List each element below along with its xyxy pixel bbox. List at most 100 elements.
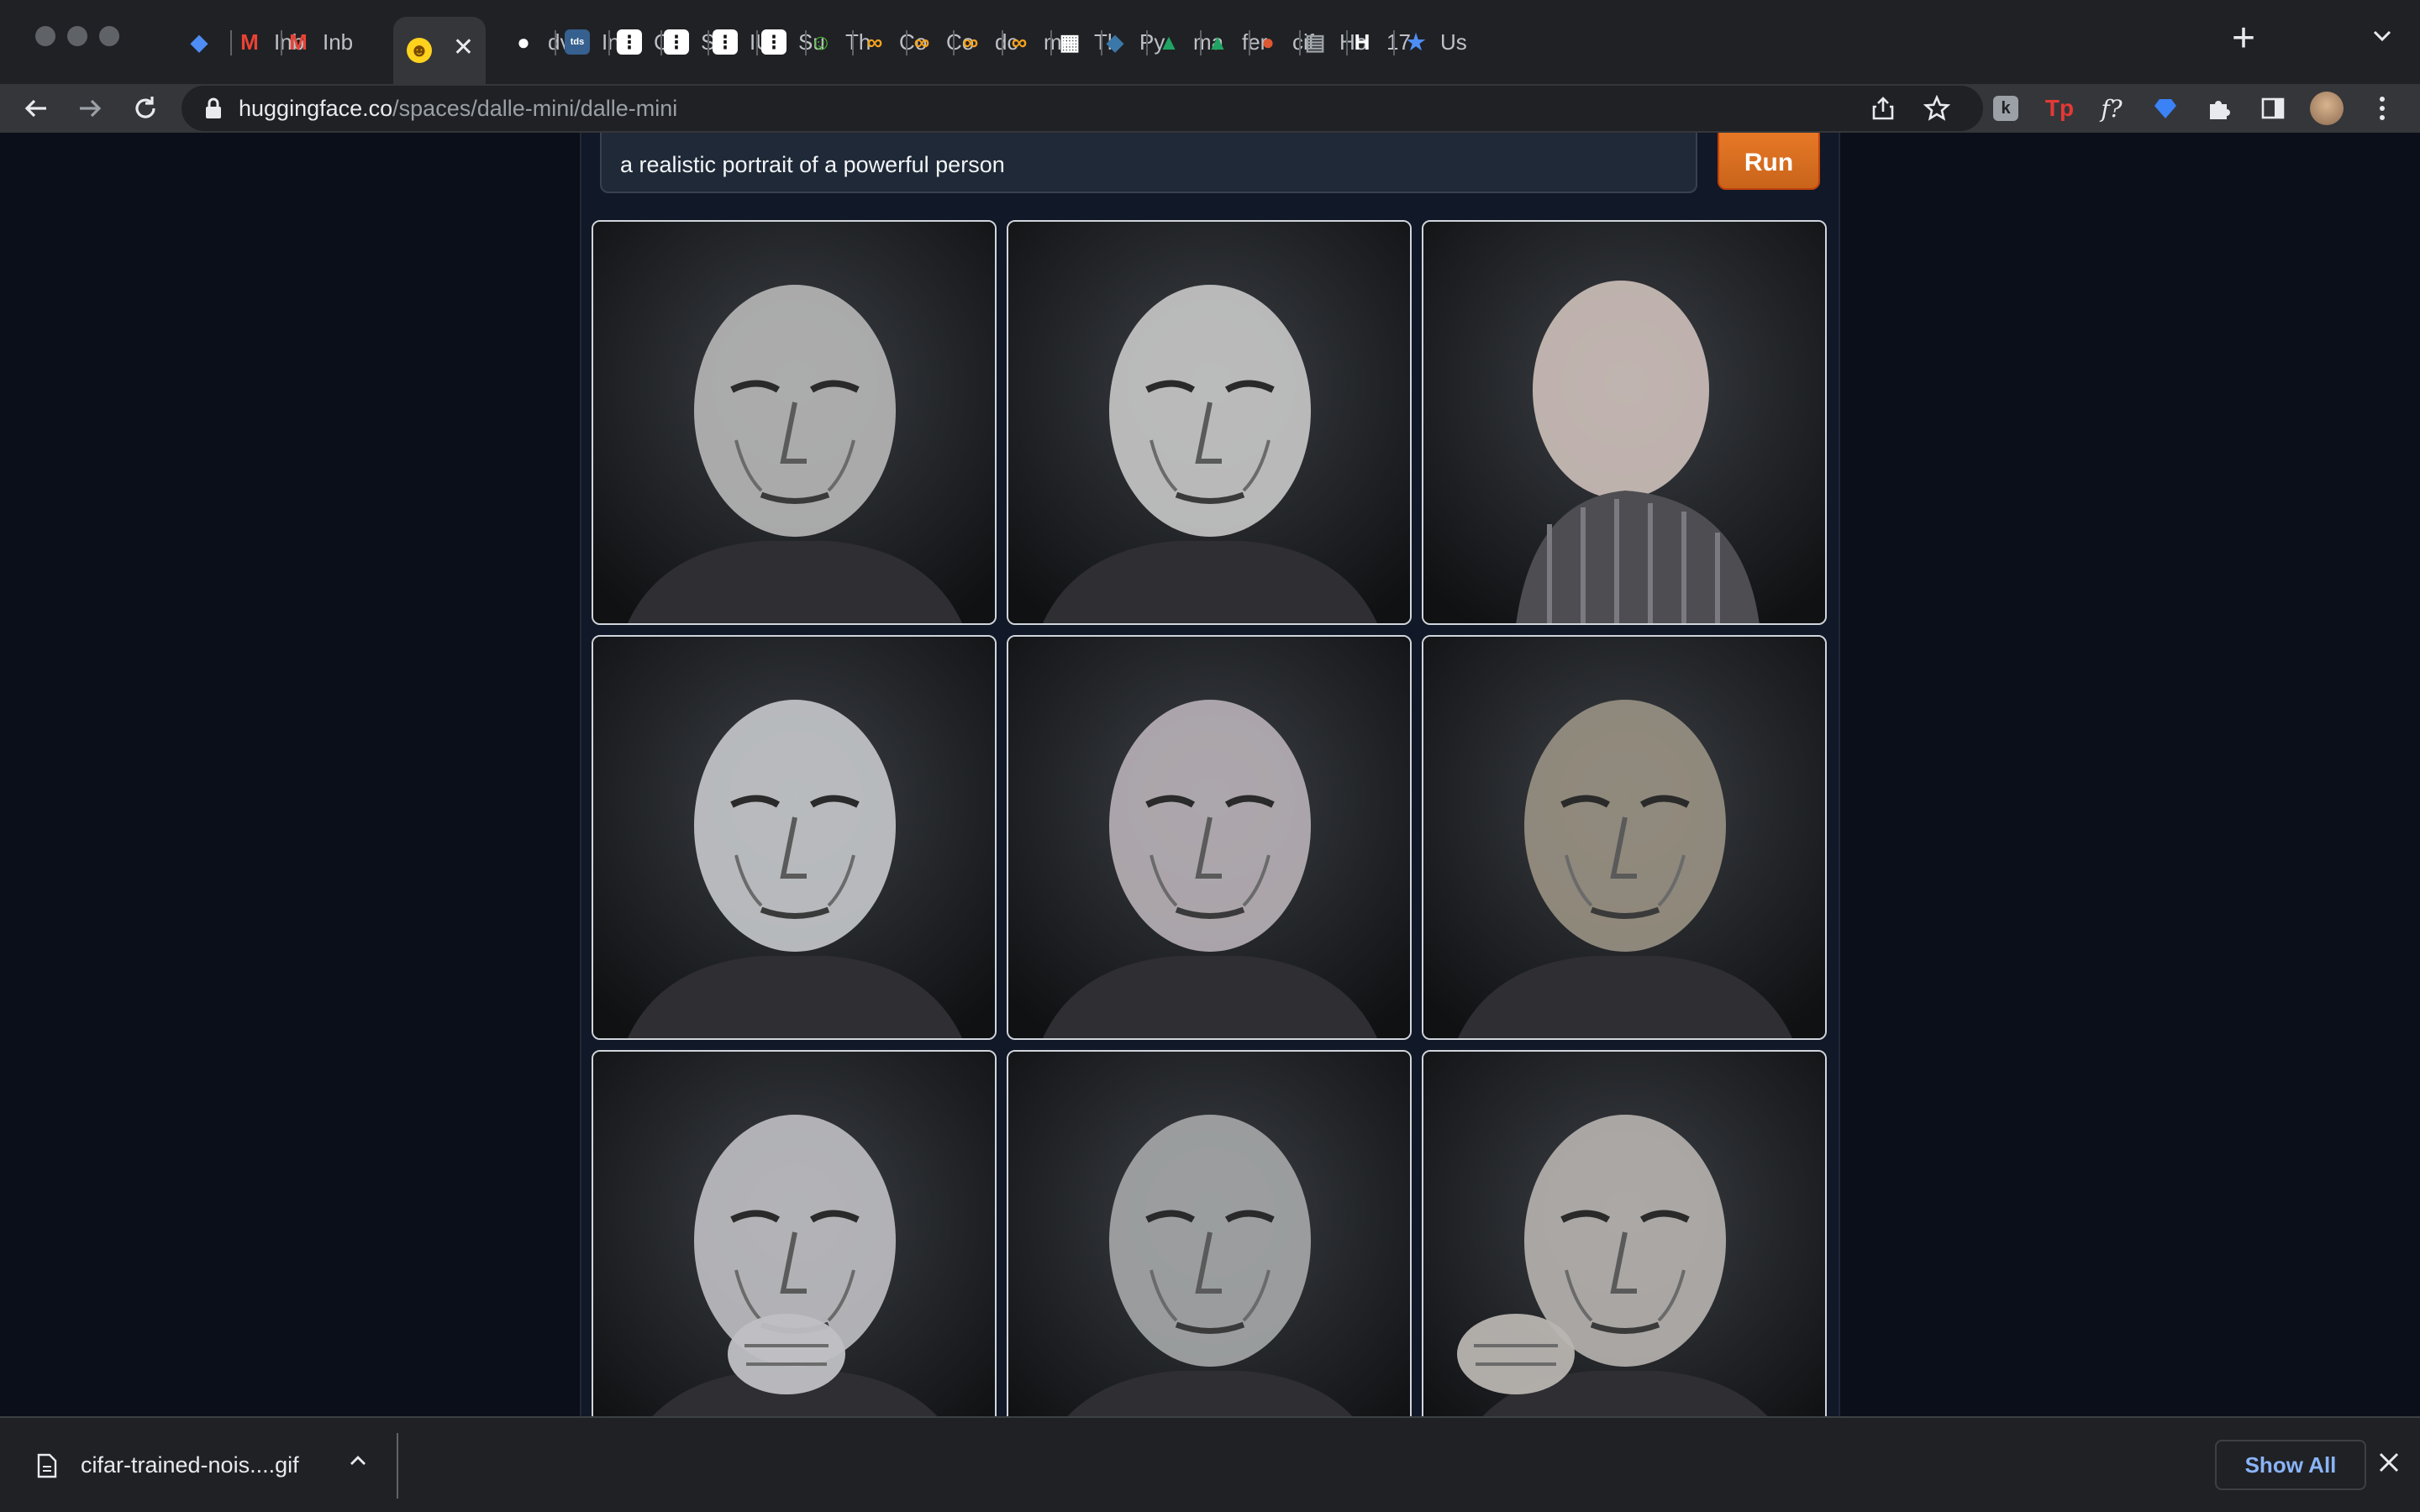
zoom-window-button[interactable] [99,26,119,46]
close-window-button[interactable] [35,26,55,46]
github-icon: ● [517,29,530,55]
shelf-divider [397,1433,398,1499]
tab-separator [953,30,955,55]
f-icon[interactable]: f? [2091,86,2133,131]
url-text: huggingface.co/spaces/dalle-mini/dalle-m… [239,86,677,131]
portrait-artwork [593,222,995,623]
k-icon[interactable]: k [1985,86,2027,131]
doc-icon: ▤ [1304,29,1326,55]
url-domain: huggingface.co [239,96,393,121]
close-icon[interactable] [2373,1448,2405,1480]
sidepanel-icon[interactable] [2252,86,2294,131]
profile-avatar[interactable] [2306,86,2348,131]
browser-tab[interactable]: M Inbox [286,12,353,72]
generated-portrait-3[interactable] [1422,220,1827,625]
browser-tab[interactable]: ☻ ✕ [393,17,486,84]
browser-tab[interactable]: ◆ [187,12,212,72]
new-tab-plus-icon[interactable]: + [2232,18,2255,59]
infinity-icon: ∞ [913,29,930,55]
tab-separator [852,30,854,55]
tab-separator [906,30,908,55]
tab-title: Inbox [323,29,353,55]
prompt-text: a realistic portrait of a powerful perso… [620,152,1005,177]
portrait-artwork [1423,637,1825,1038]
run-button[interactable]: Run [1718,133,1820,190]
tp-icon[interactable]: Tp [2039,86,2081,131]
tab-separator [1299,30,1301,55]
tab-separator [1346,30,1348,55]
dots-icon: ⁝ [664,29,689,55]
tds-icon: tds [565,29,590,55]
forward-arrow-icon[interactable] [69,87,111,129]
tab-separator [1050,30,1052,55]
tab-separator [1249,30,1250,55]
tab-separator [281,30,282,55]
generated-portrait-4[interactable] [592,635,997,1040]
page-viewport: a realistic portrait of a powerful perso… [0,133,2420,1416]
tab-separator [1146,30,1148,55]
tab-separator [608,30,610,55]
gem-icon[interactable] [2144,86,2186,131]
portrait-artwork [1008,222,1410,623]
duckduckgo-icon: ● [1261,29,1275,55]
generated-portrait-9[interactable] [1422,1050,1827,1416]
tab-separator [805,30,807,55]
tab-separator [660,30,662,55]
infinity-icon: ∞ [1011,29,1028,55]
portrait-artwork [593,637,995,1038]
gem-icon: ◆ [191,29,208,55]
tab-strip: ◆MInboxMInbox☻✕●dvtdsInt⁝Co⁝Su⁝IUC⁝Su☺Th… [0,0,2420,84]
browser-toolbar: huggingface.co/spaces/dalle-mini/dalle-m… [0,84,2420,133]
share-icon[interactable] [1869,94,1897,123]
generated-portrait-7[interactable] [592,1050,997,1416]
tab-list: ◆MInboxMInbox☻✕●dvtdsInt⁝Co⁝Su⁝IUC⁝Su☺Th… [168,12,2420,84]
generated-portrait-8[interactable] [1007,1050,1412,1416]
tab-title: Us [1440,29,1467,55]
tab-separator [230,30,232,55]
gmail-icon: M [240,29,259,55]
address-bar[interactable]: huggingface.co/spaces/dalle-mini/dalle-m… [182,86,1983,131]
chevron-up-icon[interactable] [345,1450,371,1477]
minimize-window-button[interactable] [67,26,87,46]
bookmark-star-icon[interactable] [1923,94,1951,123]
portrait-artwork [1423,1052,1825,1416]
gmail-icon: M [289,29,308,55]
tab-separator [1393,30,1395,55]
dots-icon: ⁝ [617,29,642,55]
tab-separator [756,30,758,55]
generated-portrait-2[interactable] [1007,220,1412,625]
hugging-face-icon: ☻ [407,38,432,63]
dots-icon: ⁝ [713,29,738,55]
drive-icon: ▲ [1207,29,1228,55]
tab-separator [708,30,709,55]
drive-icon: ▲ [1158,29,1180,55]
portrait-artwork [593,1052,995,1416]
generated-portrait-1[interactable] [592,220,997,625]
tab-search-chevron-icon[interactable] [2371,25,2393,53]
python-icon: ◆ [1107,29,1123,55]
hp-icon: H [1354,29,1370,55]
smiley-icon: ☺ [809,29,833,55]
tab-separator [1200,30,1202,55]
infinity-icon: ∞ [962,29,979,55]
reload-icon[interactable] [124,87,166,129]
generated-portrait-6[interactable] [1422,635,1827,1040]
file-icon [37,1453,57,1478]
star-icon: ★ [1406,29,1426,55]
tab-separator [555,30,556,55]
download-filename[interactable]: cifar-trained-nois....gif [81,1418,299,1512]
infinity-icon: ∞ [866,29,883,55]
portrait-artwork [1423,222,1825,623]
show-all-button[interactable]: Show All [2215,1440,2366,1490]
dots-icon: ⁝ [761,29,786,55]
prompt-input[interactable]: a realistic portrait of a powerful perso… [600,133,1697,193]
puzzle-icon[interactable] [2198,86,2240,131]
download-shelf: cifar-trained-nois....gif Show All [0,1416,2420,1512]
tab-close-icon[interactable]: ✕ [453,35,474,60]
generated-portrait-5[interactable] [1007,635,1412,1040]
more-menu-icon[interactable] [2361,86,2403,131]
tab-separator [1002,30,1003,55]
lock-icon [206,97,221,118]
back-arrow-icon[interactable] [15,87,57,129]
browser-tab[interactable]: ★ Us [1403,12,1470,72]
